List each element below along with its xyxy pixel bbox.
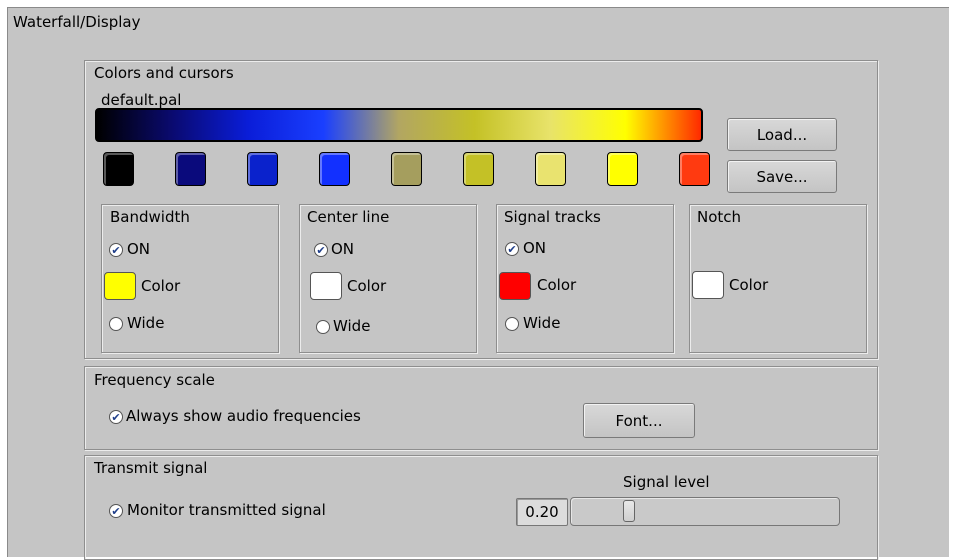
palette-swatch-1[interactable] xyxy=(103,152,134,186)
palette-swatch-7[interactable] xyxy=(535,152,566,186)
center-line-color-swatch[interactable] xyxy=(310,272,342,300)
bandwidth-color-swatch[interactable] xyxy=(104,272,136,300)
center-line-on-label: ON xyxy=(331,240,355,258)
always-show-checkmark[interactable]: ✔ xyxy=(109,410,123,424)
center-line-title: Center line xyxy=(307,208,390,226)
signal-tracks-on-checkmark[interactable]: ✔ xyxy=(505,242,519,256)
notch-title: Notch xyxy=(697,208,742,226)
signal-tracks-wide-label: Wide xyxy=(523,314,561,332)
signal-level-value[interactable]: 0.20 xyxy=(516,498,568,526)
bandwidth-color-label: Color xyxy=(141,277,181,295)
center-line-on-checkmark[interactable]: ✔ xyxy=(314,243,328,257)
bandwidth-title: Bandwidth xyxy=(110,208,190,226)
palette-swatch-2[interactable] xyxy=(175,152,206,186)
monitor-checkmark[interactable]: ✔ xyxy=(109,504,123,518)
palette-swatch-9[interactable] xyxy=(679,152,710,186)
bandwidth-wide-checkmark[interactable] xyxy=(109,317,123,331)
signal-tracks-title: Signal tracks xyxy=(504,208,601,226)
palette-gradient-bar xyxy=(95,108,703,142)
palette-swatch-4[interactable] xyxy=(319,152,350,186)
bandwidth-on-checkmark[interactable]: ✔ xyxy=(109,243,123,257)
bandwidth-on-label: ON xyxy=(127,240,151,258)
center-line-wide-checkmark[interactable] xyxy=(316,320,330,334)
palette-swatch-3[interactable] xyxy=(247,152,278,186)
font-button[interactable]: Font... xyxy=(583,403,695,438)
bandwidth-wide-label: Wide xyxy=(127,314,165,332)
panel-title: Waterfall/Display xyxy=(13,13,141,31)
load-palette-button[interactable]: Load... xyxy=(727,118,837,151)
palette-swatch-6[interactable] xyxy=(463,152,494,186)
notch-color-swatch[interactable] xyxy=(692,271,724,299)
monitor-label: Monitor transmitted signal xyxy=(127,501,326,519)
center-line-color-label: Color xyxy=(347,277,387,295)
transmit-signal-title: Transmit signal xyxy=(94,459,208,477)
signal-tracks-color-label: Color xyxy=(537,276,577,294)
notch-color-label: Color xyxy=(729,276,769,294)
colors-and-cursors-title: Colors and cursors xyxy=(94,64,234,82)
palette-name: default.pal xyxy=(101,91,182,109)
center-line-wide-label: Wide xyxy=(333,317,371,335)
signal-tracks-color-swatch[interactable] xyxy=(499,272,531,300)
signal-level-slider[interactable] xyxy=(570,497,840,526)
always-show-label: Always show audio frequencies xyxy=(126,407,361,425)
save-palette-button[interactable]: Save... xyxy=(727,160,837,193)
signal-tracks-on-label: ON xyxy=(523,239,547,257)
palette-swatch-8[interactable] xyxy=(607,152,638,186)
palette-swatch-5[interactable] xyxy=(391,152,422,186)
signal-level-label: Signal level xyxy=(623,473,710,491)
signal-level-slider-thumb[interactable] xyxy=(623,500,636,522)
frequency-scale-title: Frequency scale xyxy=(94,371,215,389)
signal-tracks-wide-checkmark[interactable] xyxy=(505,317,519,331)
